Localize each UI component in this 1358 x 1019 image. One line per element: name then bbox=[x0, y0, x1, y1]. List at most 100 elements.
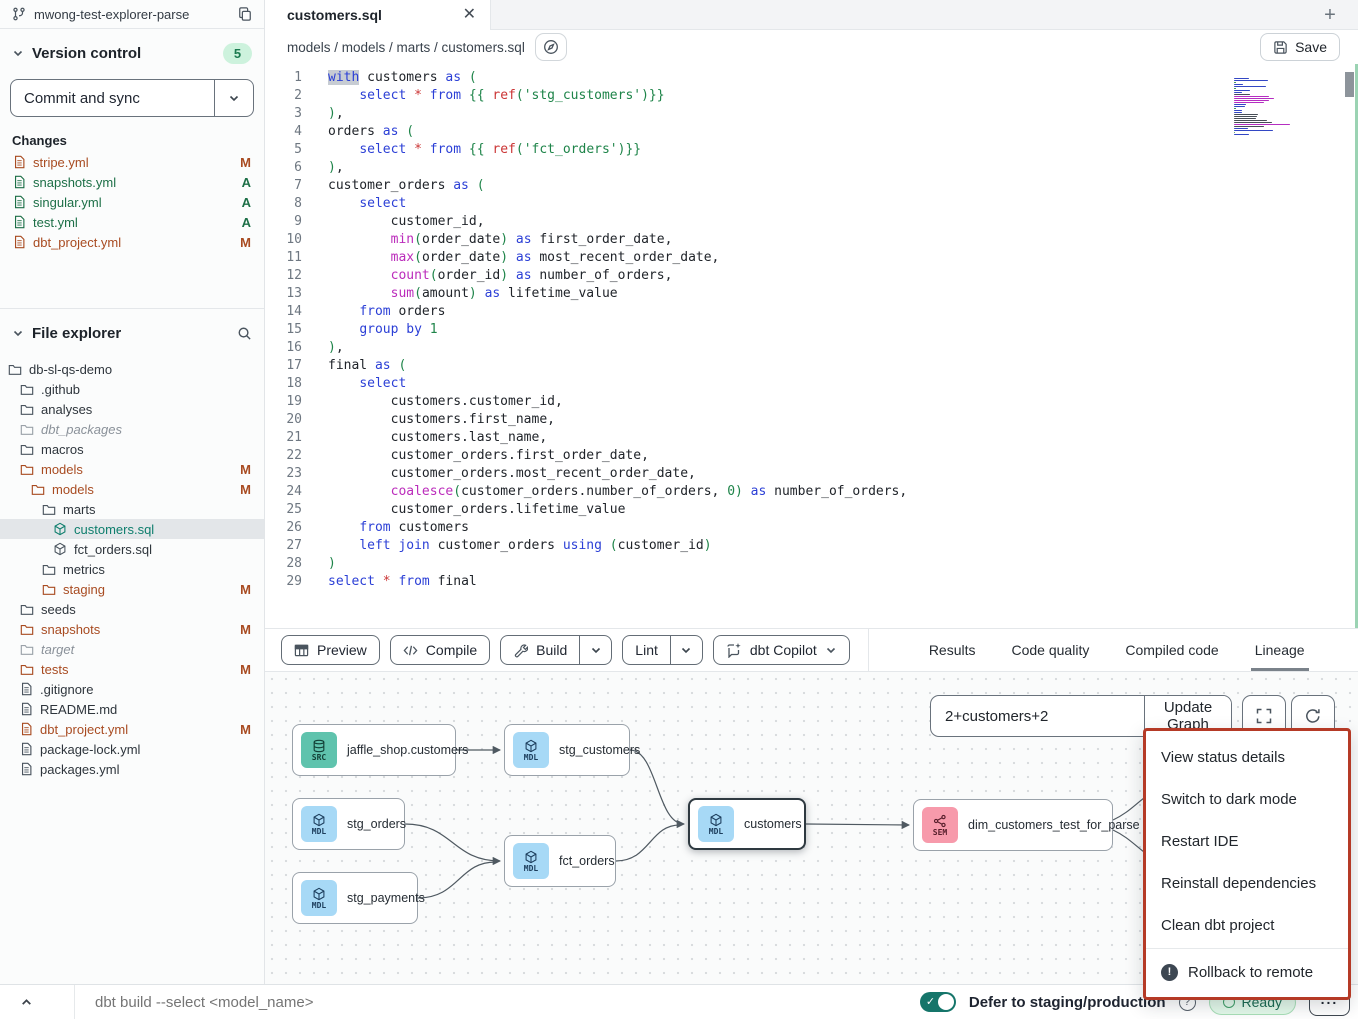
file-explorer-header[interactable]: File explorer bbox=[0, 321, 264, 345]
tab-code-quality[interactable]: Code quality bbox=[1012, 629, 1090, 671]
command-input[interactable] bbox=[95, 994, 575, 1011]
tree-item-target[interactable]: target bbox=[0, 639, 264, 659]
chevron-down-icon[interactable] bbox=[12, 327, 24, 339]
lineage-node-dim-customers-test-for-parse[interactable]: SEMdim_customers_test_for_parse bbox=[913, 799, 1113, 851]
editor-scrollbar[interactable] bbox=[1345, 72, 1354, 97]
expand-command-bar-button[interactable] bbox=[0, 985, 75, 1019]
save-icon bbox=[1273, 40, 1288, 55]
lineage-node-fct-orders[interactable]: MDLfct_orders bbox=[504, 835, 616, 887]
tree-item-snapshots[interactable]: snapshotsM bbox=[0, 619, 264, 639]
node-type-label: MDL bbox=[524, 753, 538, 762]
tree-item-marts[interactable]: marts bbox=[0, 499, 264, 519]
changed-file-row[interactable]: snapshots.ymlA bbox=[0, 172, 264, 192]
tree-item-customers-sql[interactable]: customers.sql bbox=[0, 519, 264, 539]
changed-file-row[interactable]: test.ymlA bbox=[0, 212, 264, 232]
change-status-letter: A bbox=[242, 175, 251, 190]
node-type-badge: SRC bbox=[301, 732, 337, 768]
tree-item-readme-md[interactable]: README.md bbox=[0, 699, 264, 719]
lineage-node-customers[interactable]: MDLcustomers bbox=[688, 798, 806, 850]
save-button[interactable]: Save bbox=[1260, 33, 1340, 61]
tab-lineage[interactable]: Lineage bbox=[1255, 629, 1305, 671]
lineage-node-stg-payments[interactable]: MDLstg_payments bbox=[292, 872, 418, 924]
preview-button[interactable]: Preview bbox=[281, 635, 380, 665]
build-button[interactable]: Build bbox=[501, 636, 579, 664]
search-icon[interactable] bbox=[237, 326, 252, 341]
tree-item-metrics[interactable]: metrics bbox=[0, 559, 264, 579]
breadcrumb-row: models / models / marts / customers.sql … bbox=[265, 30, 1358, 64]
tree-item-models[interactable]: modelsM bbox=[0, 459, 264, 479]
version-control-header[interactable]: Version control 5 bbox=[0, 41, 264, 65]
node-name: stg_payments bbox=[347, 891, 425, 905]
code-line: 9 customer_id, bbox=[265, 213, 1358, 231]
code-line: 21 customers.last_name, bbox=[265, 429, 1358, 447]
tree-item-tests[interactable]: testsM bbox=[0, 659, 264, 679]
tree-item-seeds[interactable]: seeds bbox=[0, 599, 264, 619]
lineage-selector-input[interactable] bbox=[931, 696, 1144, 736]
tree-item-packages-yml[interactable]: packages.yml bbox=[0, 759, 264, 779]
sidebar-divider bbox=[0, 308, 264, 309]
build-options-dropdown[interactable] bbox=[579, 636, 611, 664]
menu-item-clean-dbt-project[interactable]: Clean dbt project bbox=[1146, 904, 1348, 946]
tree-item-fct-orders-sql[interactable]: fct_orders.sql bbox=[0, 539, 264, 559]
tab-customers-sql[interactable]: customers.sql ✕ bbox=[265, 0, 491, 30]
tab-results[interactable]: Results bbox=[929, 629, 976, 671]
lint-options-dropdown[interactable] bbox=[670, 636, 702, 664]
tree-item-staging[interactable]: stagingM bbox=[0, 579, 264, 599]
menu-item-rollback-to-remote[interactable]: !Rollback to remote bbox=[1146, 951, 1348, 993]
new-tab-button[interactable]: + bbox=[1318, 3, 1342, 27]
node-type-badge: SEM bbox=[922, 807, 958, 843]
file-tree: db-sl-qs-demo.githubanalysesdbt_packages… bbox=[0, 359, 264, 779]
compile-button[interactable]: Compile bbox=[390, 635, 490, 665]
changes-label: Changes bbox=[12, 133, 252, 148]
menu-item-restart-ide[interactable]: Restart IDE bbox=[1146, 820, 1348, 862]
changes-count-badge: 5 bbox=[223, 43, 252, 64]
tree-item-db-sl-qs-demo[interactable]: db-sl-qs-demo bbox=[0, 359, 264, 379]
line-number: 16 bbox=[265, 339, 302, 357]
tree-item-dbt-project-yml[interactable]: dbt_project.ymlM bbox=[0, 719, 264, 739]
file-icon bbox=[20, 722, 33, 736]
code-editor[interactable]: 1with customers as (2 select * from {{ r… bbox=[265, 64, 1358, 628]
tree-item-label: models bbox=[41, 462, 233, 477]
build-label: Build bbox=[536, 642, 567, 658]
tree-item-analyses[interactable]: analyses bbox=[0, 399, 264, 419]
commit-options-dropdown[interactable] bbox=[214, 80, 253, 116]
tree-item--gitignore[interactable]: .gitignore bbox=[0, 679, 264, 699]
locate-in-lineage-button[interactable] bbox=[535, 33, 567, 61]
tree-item--github[interactable]: .github bbox=[0, 379, 264, 399]
changed-file-row[interactable]: stripe.ymlM bbox=[0, 152, 264, 172]
line-number: 11 bbox=[265, 249, 302, 267]
tree-item-label: packages.yml bbox=[40, 762, 251, 777]
commit-and-sync-button[interactable]: Commit and sync bbox=[10, 79, 254, 117]
menu-item-view-status-details[interactable]: View status details bbox=[1146, 736, 1348, 778]
dbt-copilot-button[interactable]: dbt Copilot bbox=[713, 635, 850, 665]
minimap[interactable] bbox=[1234, 78, 1292, 136]
menu-item-reinstall-dependencies[interactable]: Reinstall dependencies bbox=[1146, 862, 1348, 904]
code-line: 25 customer_orders.lifetime_value bbox=[265, 501, 1358, 519]
tree-item-label: README.md bbox=[40, 702, 251, 717]
line-number: 6 bbox=[265, 159, 302, 177]
lineage-node-jaffle-shop-customers[interactable]: SRCjaffle_shop.customers bbox=[292, 724, 456, 776]
code-line: 1with customers as ( bbox=[265, 69, 1358, 87]
database-icon bbox=[312, 739, 326, 753]
code-line: 2 select * from {{ ref('stg_customers')}… bbox=[265, 87, 1358, 105]
chevron-down-icon[interactable] bbox=[12, 47, 24, 59]
line-number: 15 bbox=[265, 321, 302, 339]
lint-button[interactable]: Lint bbox=[623, 636, 670, 664]
tree-item-package-lock-yml[interactable]: package-lock.yml bbox=[0, 739, 264, 759]
tree-item-dbt-packages[interactable]: dbt_packages bbox=[0, 419, 264, 439]
menu-item-switch-to-dark-mode[interactable]: Switch to dark mode bbox=[1146, 778, 1348, 820]
changed-file-row[interactable]: dbt_project.ymlM bbox=[0, 232, 264, 252]
line-number: 7 bbox=[265, 177, 302, 195]
defer-toggle[interactable]: ✓ bbox=[920, 992, 956, 1012]
tree-item-macros[interactable]: macros bbox=[0, 439, 264, 459]
copy-icon[interactable] bbox=[238, 7, 252, 21]
change-status-letter: M bbox=[240, 155, 251, 170]
changed-file-row[interactable]: singular.ymlA bbox=[0, 192, 264, 212]
lineage-node-stg-orders[interactable]: MDLstg_orders bbox=[292, 798, 405, 850]
tab-compiled-code[interactable]: Compiled code bbox=[1125, 629, 1218, 671]
branch-header: mwong-test-explorer-parse bbox=[0, 0, 264, 29]
lineage-node-stg-customers[interactable]: MDLstg_customers bbox=[504, 724, 630, 776]
tree-item-models[interactable]: modelsM bbox=[0, 479, 264, 499]
line-number: 10 bbox=[265, 231, 302, 249]
close-tab-icon[interactable]: ✕ bbox=[463, 7, 476, 23]
